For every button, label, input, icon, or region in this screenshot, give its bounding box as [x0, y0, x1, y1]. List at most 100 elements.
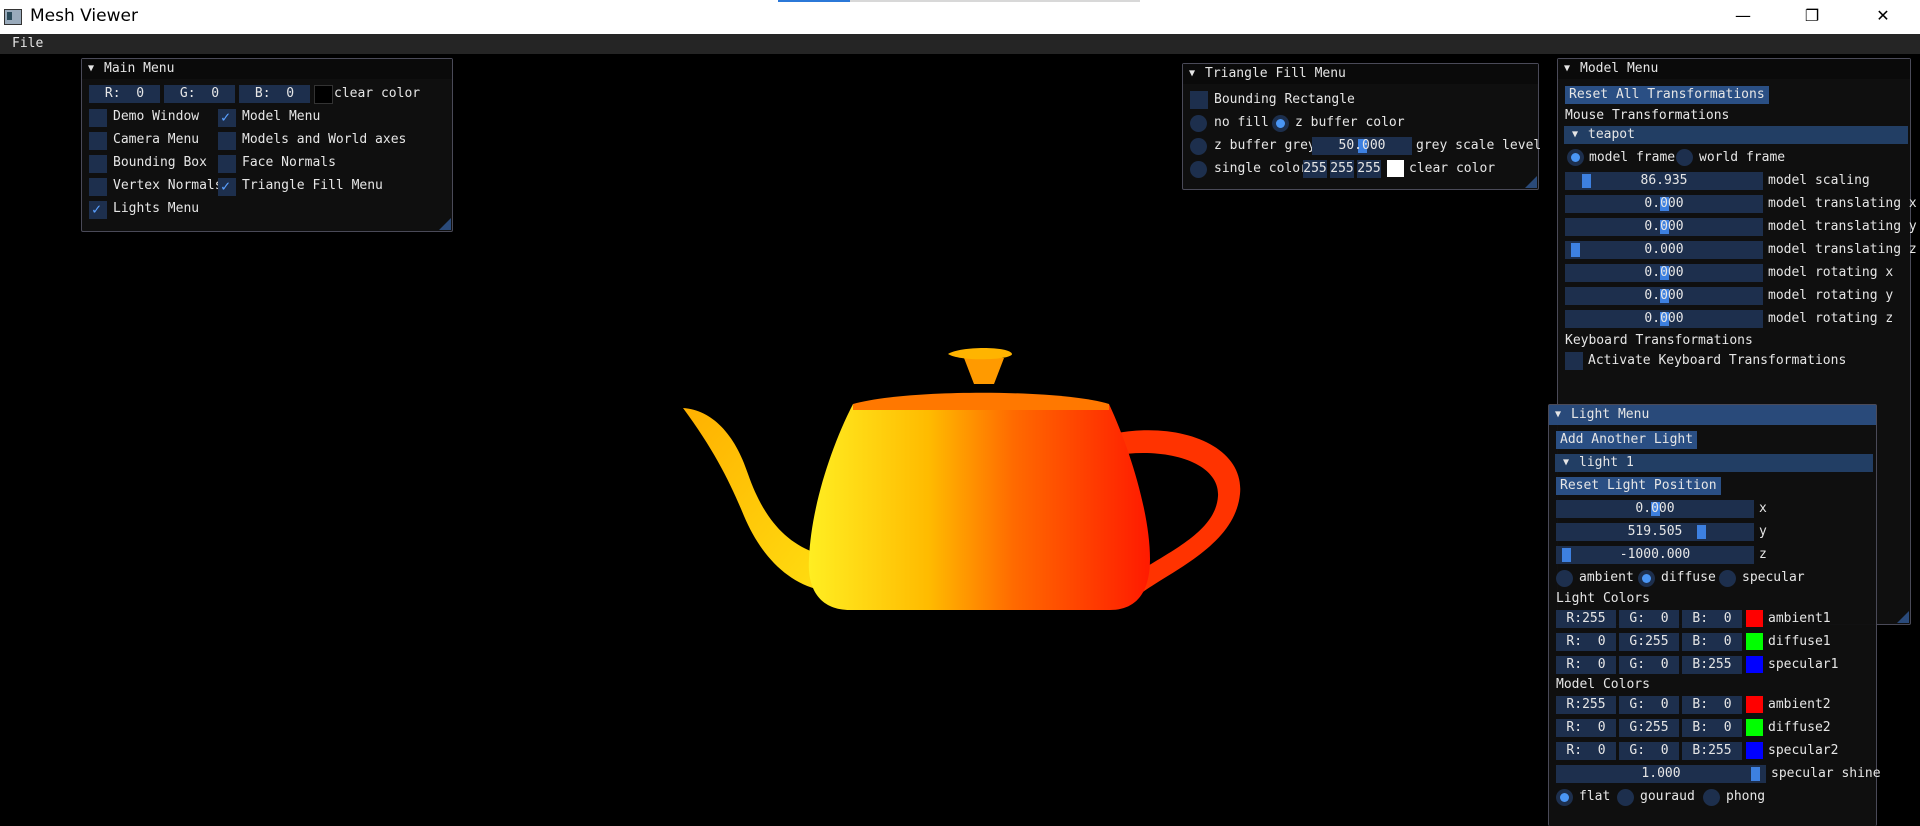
- rotate-y-label: model rotating y: [1768, 288, 1894, 303]
- collapse-triangle-icon[interactable]: ▼: [88, 59, 94, 79]
- diffuse2-b-field[interactable]: B: 0: [1682, 719, 1742, 737]
- no-fill-radio[interactable]: [1190, 115, 1207, 132]
- collapse-triangle-icon[interactable]: ▼: [1563, 454, 1569, 472]
- specular2-swatch[interactable]: [1746, 742, 1763, 759]
- main-menu-window[interactable]: ▼ Main Menu R: 0 G: 0 B: 0 clear color D…: [81, 58, 453, 232]
- specular2-g-field[interactable]: G: 0: [1619, 742, 1679, 760]
- specular2-r-field[interactable]: R: 0: [1556, 742, 1616, 760]
- diffuse2-swatch[interactable]: [1746, 719, 1763, 736]
- ambient1-r-field[interactable]: R:255: [1556, 610, 1616, 628]
- light-1-node[interactable]: ▼ light 1: [1555, 454, 1873, 472]
- maximize-button[interactable]: ❐: [1789, 0, 1835, 34]
- clear-color-b-field[interactable]: B: 0: [239, 85, 310, 103]
- light-menu-header[interactable]: ▼ Light Menu: [1549, 405, 1876, 425]
- specular-shine-slider[interactable]: 1.000: [1556, 765, 1766, 783]
- ambient2-r-field[interactable]: R:255: [1556, 696, 1616, 714]
- resize-grip[interactable]: [439, 218, 451, 230]
- triangle-fill-header[interactable]: ▼ Triangle Fill Menu: [1183, 64, 1538, 84]
- phong-shading-radio[interactable]: [1703, 789, 1720, 806]
- file-menu[interactable]: File: [12, 36, 43, 51]
- ambient1-b-field[interactable]: B: 0: [1682, 610, 1742, 628]
- single-color-b-field[interactable]: 255: [1357, 160, 1381, 178]
- resize-grip[interactable]: [1897, 611, 1909, 623]
- single-color-radio[interactable]: [1190, 161, 1207, 178]
- specular1-g-field[interactable]: G: 0: [1619, 656, 1679, 674]
- face-normals-checkbox[interactable]: [218, 155, 236, 173]
- reset-light-position-button[interactable]: Reset Light Position: [1556, 477, 1721, 495]
- z-buffer-grey-radio[interactable]: [1190, 138, 1207, 155]
- clear-color-r-field[interactable]: R: 0: [89, 85, 160, 103]
- diffuse1-r-field[interactable]: R: 0: [1556, 633, 1616, 651]
- translate-x-value: 0.000: [1644, 196, 1684, 211]
- translate-x-slider[interactable]: 0.000: [1565, 195, 1763, 213]
- diffuse1-b-field[interactable]: B: 0: [1682, 633, 1742, 651]
- world-frame-radio[interactable]: [1676, 149, 1693, 166]
- keyboard-transformations-checkbox[interactable]: [1565, 352, 1583, 370]
- diffuse1-g-field[interactable]: G:255: [1619, 633, 1679, 651]
- z-buffer-color-radio[interactable]: [1272, 115, 1289, 132]
- model-frame-radio[interactable]: [1567, 149, 1584, 166]
- ambient2-swatch[interactable]: [1746, 696, 1763, 713]
- single-clear-color-label: clear color: [1409, 161, 1496, 176]
- translate-y-slider[interactable]: 0.000: [1565, 218, 1763, 236]
- flat-shading-radio[interactable]: [1556, 789, 1573, 806]
- teapot-node[interactable]: ▼ teapot: [1564, 126, 1908, 144]
- model-menu-checkbox[interactable]: [218, 108, 236, 127]
- diffuse-radio[interactable]: [1638, 570, 1655, 587]
- collapse-triangle-icon[interactable]: ▼: [1564, 59, 1570, 79]
- single-color-r-field[interactable]: 255: [1303, 160, 1327, 178]
- demo-window-label: Demo Window: [113, 109, 200, 124]
- close-button[interactable]: ✕: [1860, 0, 1906, 34]
- bounding-box-checkbox[interactable]: [89, 155, 107, 173]
- ambient2-b-field[interactable]: B: 0: [1682, 696, 1742, 714]
- rotate-x-slider[interactable]: 0.000: [1565, 264, 1763, 282]
- add-light-button[interactable]: Add Another Light: [1556, 431, 1698, 449]
- diffuse2-r-field[interactable]: R: 0: [1556, 719, 1616, 737]
- specular1-swatch[interactable]: [1746, 656, 1763, 673]
- ambient-radio[interactable]: [1556, 570, 1573, 587]
- light-y-slider[interactable]: 519.505: [1556, 523, 1754, 541]
- axes-checkbox[interactable]: [218, 132, 236, 150]
- light-z-slider[interactable]: -1000.000: [1556, 546, 1754, 564]
- clear-color-g-field[interactable]: G: 0: [164, 85, 235, 103]
- clear-color-swatch[interactable]: [314, 85, 333, 104]
- demo-window-checkbox[interactable]: [89, 109, 107, 127]
- specular1-b-field[interactable]: B:255: [1682, 656, 1742, 674]
- triangle-fill-checkbox[interactable]: [218, 177, 236, 196]
- camera-menu-checkbox[interactable]: [89, 132, 107, 150]
- vertex-normals-checkbox[interactable]: [89, 178, 107, 196]
- ambient2-g-field[interactable]: G: 0: [1619, 696, 1679, 714]
- main-menu-header[interactable]: ▼ Main Menu: [82, 59, 452, 79]
- specular-radio[interactable]: [1719, 570, 1736, 587]
- translate-z-slider[interactable]: 0.000: [1565, 241, 1763, 259]
- reset-all-transformations-button[interactable]: Reset All Transformations: [1565, 86, 1769, 104]
- specular1-r-field[interactable]: R: 0: [1556, 656, 1616, 674]
- single-color-swatch[interactable]: [1387, 160, 1404, 177]
- specular2-b-field[interactable]: B:255: [1682, 742, 1742, 760]
- collapse-triangle-icon[interactable]: ▼: [1189, 64, 1195, 84]
- collapse-triangle-icon[interactable]: ▼: [1555, 405, 1561, 425]
- rotate-y-slider[interactable]: 0.000: [1565, 287, 1763, 305]
- keyboard-transformations-label: Activate Keyboard Transformations: [1588, 353, 1847, 368]
- bounding-rect-checkbox[interactable]: [1190, 91, 1208, 109]
- rotate-z-slider[interactable]: 0.000: [1565, 310, 1763, 328]
- gouraud-shading-radio[interactable]: [1617, 789, 1634, 806]
- model-menu-header[interactable]: ▼ Model Menu: [1558, 59, 1910, 79]
- minimize-button[interactable]: —: [1720, 0, 1766, 34]
- grey-scale-slider[interactable]: 50.000: [1312, 137, 1412, 155]
- specular2-label: specular2: [1768, 743, 1839, 758]
- ambient1-swatch[interactable]: [1746, 610, 1763, 627]
- diffuse2-label: diffuse2: [1768, 720, 1831, 735]
- light-x-slider[interactable]: 0.000: [1556, 500, 1754, 518]
- triangle-fill-window[interactable]: ▼ Triangle Fill Menu Bounding Rectangle …: [1182, 63, 1541, 190]
- single-color-g-field[interactable]: 255: [1330, 160, 1354, 178]
- light-menu-window[interactable]: ▼ Light Menu Add Another Light ▼ light 1…: [1548, 404, 1881, 826]
- diffuse1-swatch[interactable]: [1746, 633, 1763, 650]
- translate-y-label: model translating y: [1768, 219, 1917, 234]
- lights-menu-checkbox[interactable]: [89, 200, 107, 219]
- diffuse2-g-field[interactable]: G:255: [1619, 719, 1679, 737]
- ambient1-g-field[interactable]: G: 0: [1619, 610, 1679, 628]
- model-scaling-slider[interactable]: 86.935: [1565, 172, 1763, 190]
- collapse-triangle-icon[interactable]: ▼: [1572, 126, 1578, 144]
- resize-grip[interactable]: [1525, 176, 1537, 188]
